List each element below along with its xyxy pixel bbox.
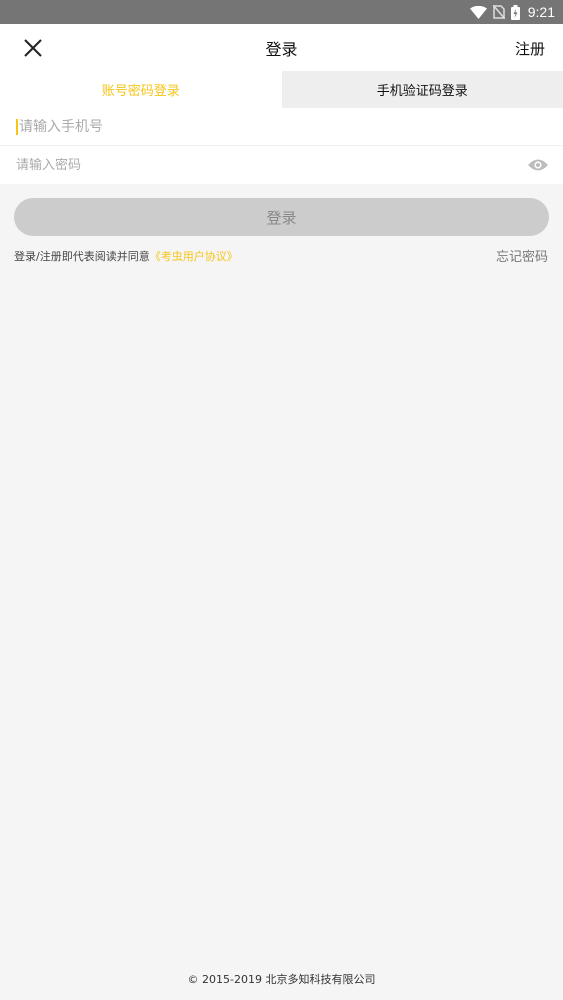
battery-charging-icon	[510, 4, 520, 20]
login-button[interactable]: 登录	[14, 198, 549, 236]
register-button[interactable]: 注册	[515, 38, 545, 59]
password-row	[0, 146, 563, 184]
close-icon	[24, 39, 42, 57]
tab-sms-login[interactable]: 手机验证码登录	[281, 71, 563, 108]
tab-password-login[interactable]: 账号密码登录	[0, 71, 282, 108]
close-button[interactable]	[20, 35, 46, 61]
user-agreement-link[interactable]: 《考虫用户协议》	[150, 250, 238, 263]
phone-input[interactable]	[16, 118, 496, 135]
app-bar: 登录 注册	[0, 24, 563, 71]
status-bar: 9:21	[0, 0, 563, 24]
password-input[interactable]	[16, 157, 496, 173]
wifi-icon	[469, 5, 487, 19]
page-title: 登录	[265, 39, 298, 59]
eye-icon[interactable]	[527, 155, 549, 175]
login-tabs: 账号密码登录 手机验证码登录	[0, 71, 563, 108]
status-time: 9:21	[527, 4, 555, 20]
phone-row	[0, 108, 563, 146]
agreement-prefix: 登录/注册即代表阅读并同意	[14, 250, 150, 263]
no-sim-icon	[492, 5, 505, 19]
agreement-text: 登录/注册即代表阅读并同意《考虫用户协议》	[14, 248, 238, 264]
copyright-footer: © 2015-2019 北京多知科技有限公司	[187, 973, 376, 986]
forgot-password-link[interactable]: 忘记密码	[496, 246, 548, 265]
